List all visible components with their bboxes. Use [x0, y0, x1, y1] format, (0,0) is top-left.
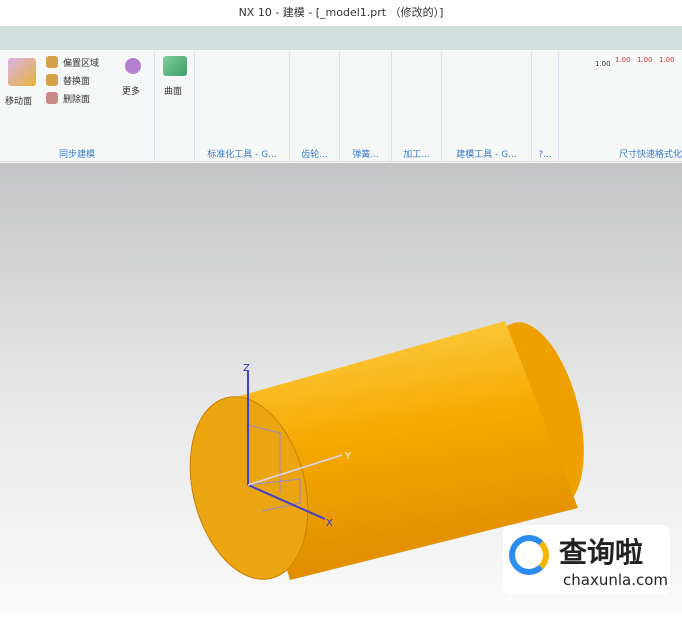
group-surface: 曲面	[155, 52, 195, 162]
dim-value[interactable]: 1.00	[659, 56, 675, 64]
more-button[interactable]: 更多	[122, 84, 140, 97]
watermark-logo-icon	[509, 535, 549, 575]
watermark-url: chaxunla.com	[563, 571, 668, 589]
group-unknown: ?...	[532, 52, 559, 162]
replace-face-button[interactable]: 替换面	[63, 74, 90, 87]
dim-value[interactable]: 1.00	[637, 56, 653, 64]
surface-icon	[163, 56, 187, 76]
more-icon	[125, 58, 141, 74]
group-label: ?...	[538, 150, 552, 160]
offset-region-icon	[46, 56, 58, 68]
z-label: Z	[243, 363, 250, 374]
ribbon-tabs-bar	[0, 26, 682, 50]
group-label: 弹簧...	[352, 150, 379, 160]
ribbon: 移动面 偏置区域 替换面 删除面 更多 同步建模 曲面 标准化工具 - G...…	[0, 50, 682, 162]
replace-face-icon	[46, 74, 58, 86]
dim-value[interactable]: 1.00	[595, 60, 611, 68]
group-dimension-format: 1.00 1.00 1.00 1.00 尺寸快速格式化	[559, 52, 682, 162]
offset-region-button[interactable]: 偏置区域	[63, 56, 99, 69]
watermark: 查询啦 chaxunla.com	[503, 525, 670, 595]
x-label: X	[326, 518, 333, 529]
delete-face-icon	[46, 92, 58, 104]
dim-value[interactable]: 1.00	[615, 56, 631, 64]
move-face-button[interactable]: 移动面	[5, 94, 32, 107]
surface-button[interactable]: 曲面	[164, 84, 182, 97]
move-face-icon	[8, 58, 36, 86]
group-label: 尺寸快速格式化	[618, 150, 682, 160]
group-spring: 弹簧...	[340, 52, 392, 162]
group-label: 同步建模	[58, 150, 95, 160]
y-label: Y	[344, 451, 352, 462]
group-modeling-tools: 建模工具 - G...	[442, 52, 532, 162]
group-machining: 加工...	[392, 52, 442, 162]
watermark-brand: 查询啦	[559, 536, 644, 569]
group-label: 建模工具 - G...	[456, 150, 517, 160]
delete-face-button[interactable]: 删除面	[63, 92, 90, 105]
group-standard-tools: 标准化工具 - G...	[195, 52, 290, 162]
group-gear: 齿轮...	[290, 52, 340, 162]
group-label: 齿轮...	[301, 150, 328, 160]
group-label: 加工...	[403, 150, 430, 160]
window-title: NX 10 - 建模 - [_model1.prt （修改的）]	[0, 0, 682, 26]
group-sync-modeling: 移动面 偏置区域 替换面 删除面 更多 同步建模	[0, 52, 155, 162]
group-label: 标准化工具 - G...	[207, 150, 277, 160]
